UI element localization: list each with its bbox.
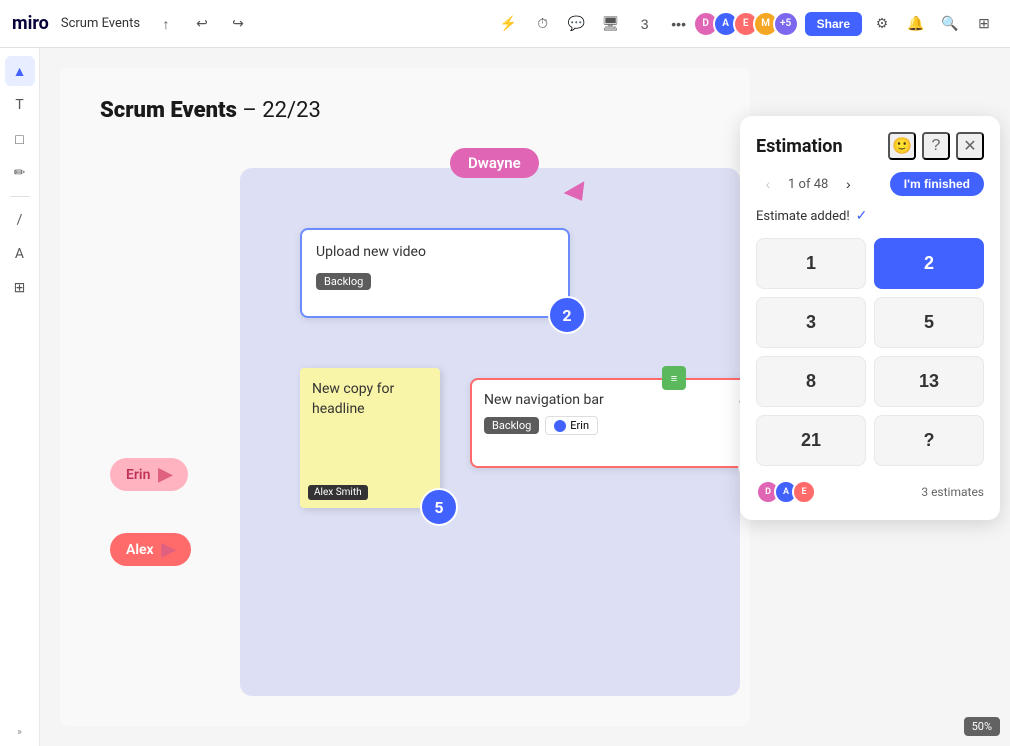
grid-view-button[interactable]: ⊞ [970, 10, 998, 38]
footer-avatars: D A E [756, 480, 816, 504]
estimate-grid: 1 2 3 5 8 13 21 ? [756, 238, 984, 466]
card-upload-title: Upload new video [316, 244, 554, 260]
person-erin: Erin ▶ [110, 458, 188, 491]
next-card-button[interactable]: › [836, 172, 860, 196]
nav-count: 1 of 48 [788, 177, 828, 192]
close-button[interactable]: ✕ [956, 132, 984, 160]
estimate-added: Estimate added! ✓ [756, 208, 984, 224]
sticky-note[interactable]: New copy for headline Alex Smith 5 [300, 368, 440, 508]
sticky-tool[interactable]: □ [5, 124, 35, 154]
estimate-btn-3[interactable]: 3 [756, 297, 866, 348]
canvas[interactable]: Scrum Events – 22/23 Dwayne Upload new v… [40, 48, 1010, 746]
panel-nav: ‹ 1 of 48 › I'm finished [756, 172, 984, 196]
scrum-area: Dwayne Upload new video Backlog 2 New co… [240, 168, 740, 696]
estimate-btn-8[interactable]: 8 [756, 356, 866, 407]
panel-footer: D A E 3 estimates [756, 480, 984, 504]
more-button[interactable]: ••• [665, 10, 693, 38]
card-nav-tags: Backlog Erin [484, 416, 746, 435]
estimate-btn-13[interactable]: 13 [874, 356, 984, 407]
tools-expand[interactable]: » [17, 727, 22, 738]
text-tool[interactable]: T [5, 90, 35, 120]
finished-button[interactable]: I'm finished [890, 172, 984, 196]
board-title-toolbar: Scrum Events [61, 16, 140, 31]
sticky-author: Alex Smith [308, 485, 368, 500]
erin-avatar-dot [554, 420, 566, 432]
lightning-button[interactable]: ⚡ [495, 10, 523, 38]
chat-button[interactable]: 💬 [563, 10, 591, 38]
panel-title: Estimation [756, 136, 843, 157]
board: Scrum Events – 22/23 Dwayne Upload new v… [60, 68, 750, 726]
estimate-added-text: Estimate added! [756, 209, 850, 224]
footer-avatar-2: E [792, 480, 816, 504]
notifications-button[interactable]: 🔔 [902, 10, 930, 38]
tag-backlog-1: Backlog [316, 273, 371, 290]
card-nav-title: New navigation bar [484, 392, 746, 408]
sticky-badge: 5 [420, 488, 458, 526]
avatar-4: +5 [773, 11, 799, 37]
export-button[interactable]: ↑ [152, 10, 180, 38]
tool-divider [10, 196, 30, 197]
alex-arrow: ▶ [162, 539, 176, 560]
canvas-inner: Scrum Events – 22/23 Dwayne Upload new v… [60, 68, 750, 726]
line-tool[interactable]: / [5, 205, 35, 235]
undo-button[interactable]: ↩ [188, 10, 216, 38]
shape-tool[interactable]: A [5, 239, 35, 269]
estimate-btn-21[interactable]: 21 [756, 415, 866, 466]
card-nav[interactable]: ≡ New navigation bar Backlog Erin ↗ 3 [470, 378, 750, 468]
tag-erin: Erin [545, 416, 598, 435]
prev-card-button[interactable]: ‹ [756, 172, 780, 196]
estimation-panel: Estimation 🙂 ? ✕ ‹ 1 of 48 › I'm finishe… [740, 116, 1000, 520]
panel-header-icons: 🙂 ? ✕ [888, 132, 984, 160]
screen-button[interactable]: 🖥 [597, 10, 625, 38]
search-button[interactable]: 🔍 [936, 10, 964, 38]
erin-name: Erin [126, 467, 150, 483]
card-nav-chat-icon: ≡ [662, 366, 686, 390]
estimate-btn-1[interactable]: 1 [756, 238, 866, 289]
number-button[interactable]: 3 [631, 10, 659, 38]
help-button[interactable]: ? [922, 132, 950, 160]
dwayne-label: Dwayne [450, 148, 539, 178]
alex-name: Alex [126, 542, 154, 558]
estimate-btn-2[interactable]: 2 [874, 238, 984, 289]
estimates-count: 3 estimates [921, 485, 984, 499]
tag-backlog-2: Backlog [484, 417, 539, 434]
estimate-btn-question[interactable]: ? [874, 415, 984, 466]
sticky-text: New copy for headline [312, 380, 428, 419]
select-tool[interactable]: ▲ [5, 56, 35, 86]
redo-button[interactable]: ↪ [224, 10, 252, 38]
board-main-title: Scrum Events – 22/23 [100, 98, 321, 123]
frame-tool[interactable]: ⊞ [5, 273, 35, 303]
pen-tool[interactable]: ✏ [5, 158, 35, 188]
estimate-btn-5[interactable]: 5 [874, 297, 984, 348]
settings-button[interactable]: ⚙ [868, 10, 896, 38]
collaborator-avatars: D A E M +5 [699, 11, 799, 37]
share-button[interactable]: Share [805, 12, 862, 36]
checkmark-icon: ✓ [856, 208, 868, 224]
dwayne-arrow [564, 181, 593, 207]
erin-arrow: ▶ [158, 464, 172, 485]
card-upload-badge: 2 [548, 296, 586, 334]
zoom-badge: 50% [964, 717, 1000, 736]
timer-button[interactable]: ⏱ [529, 10, 557, 38]
person-alex: Alex ▶ [110, 533, 191, 566]
top-toolbar: miro Scrum Events ↑ ↩ ↪ ⚡ ⏱ 💬 🖥 3 ••• D … [0, 0, 1010, 48]
left-toolbar: ▲ T □ ✏ / A ⊞ » [0, 48, 40, 746]
emoji-button[interactable]: 🙂 [888, 132, 916, 160]
card-upload[interactable]: Upload new video Backlog 2 [300, 228, 570, 318]
app-logo: miro [12, 13, 49, 34]
panel-header: Estimation 🙂 ? ✕ [756, 132, 984, 160]
